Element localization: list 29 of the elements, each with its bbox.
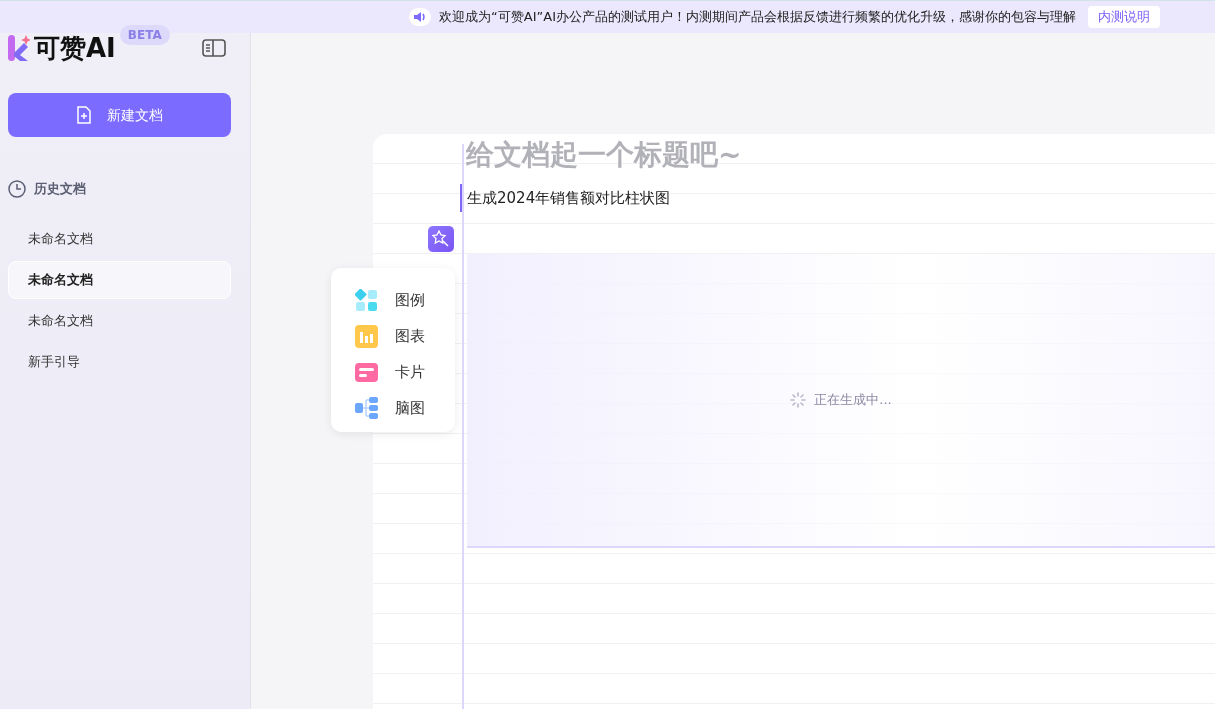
mind-map-icon [355,396,378,420]
prompt-text: 生成2024年销售额对比柱状图 [460,184,1215,212]
new-document-button[interactable]: 新建文档 [8,93,231,137]
bar-chart-icon [355,324,378,348]
document-item[interactable]: 新手引导 [8,342,231,381]
logo-icon [8,35,30,61]
section-title: 历史文档 [34,180,86,198]
menu-item[interactable]: 图例 [355,282,425,318]
menu-item[interactable]: 卡片 [355,354,425,390]
beta-info-link[interactable]: 内测说明 [1088,6,1160,28]
menu-item[interactable]: 图表 [355,318,425,354]
title-field[interactable]: 给文档起一个标题吧~ [463,134,863,176]
magic-star-icon [432,230,450,248]
status-text: 正在生成中... [814,391,892,410]
card-icon [355,360,378,384]
beta-badge: BETA [119,25,170,45]
sidebar-toggle-icon[interactable] [202,39,226,57]
add-file-icon [76,106,91,124]
menu-item[interactable]: 脑图 [355,390,425,426]
announcement-text: 欢迎成为“可赞AI”AI办公产品的测试用户！内测期间产品会根据反馈进行频繁的优化升级，感谢你的包容与理解 [439,8,1076,27]
speaker-icon [409,8,432,26]
spinner-icon [790,392,807,408]
document-item[interactable]: 未命名文档 [8,260,231,299]
ai-button[interactable] [427,225,455,253]
document-item[interactable]: 未命名文档 [8,219,231,258]
document-item[interactable]: 未命名文档 [8,301,231,340]
logo-text: 可赞AI [34,35,116,61]
legend-icon [355,288,378,312]
clock-icon [8,179,26,198]
